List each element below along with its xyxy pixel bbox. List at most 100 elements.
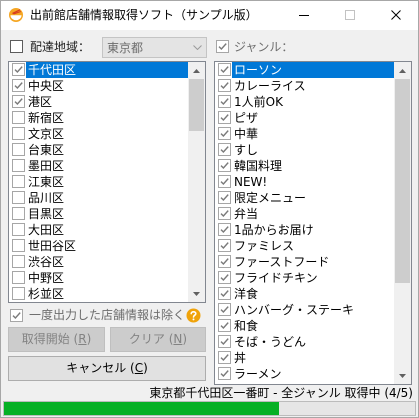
- list-item[interactable]: そば・うどん: [215, 334, 394, 350]
- area-list-scrollbar[interactable]: [188, 62, 205, 302]
- scroll-down-button[interactable]: [394, 367, 411, 384]
- list-item[interactable]: フライドチキン: [215, 270, 394, 286]
- list-item[interactable]: 新宿区: [9, 110, 188, 126]
- help-icon[interactable]: [186, 308, 201, 323]
- list-item[interactable]: カレーライス: [215, 78, 394, 94]
- list-item[interactable]: 1人前OK: [215, 94, 394, 110]
- maximize-button[interactable]: [327, 0, 373, 30]
- area-checklist[interactable]: 千代田区 中央区 港区 新宿区 文京区 台東区 墨田区 江東区 品川区 目黒区 大田区 世田谷区 渋谷区…: [8, 61, 206, 303]
- list-item-label: ハンバーグ・ステーキ: [234, 303, 355, 317]
- item-checkbox[interactable]: [12, 79, 25, 92]
- item-checkbox[interactable]: [12, 127, 25, 140]
- prefecture-select-value: 東京都: [107, 41, 144, 55]
- scroll-thumb[interactable]: [395, 79, 410, 283]
- list-item[interactable]: ファミレス: [215, 238, 394, 254]
- item-checkbox[interactable]: [218, 175, 231, 188]
- list-item[interactable]: 世田谷区: [9, 238, 188, 254]
- exclude-output-checkbox[interactable]: [10, 309, 23, 322]
- list-item[interactable]: ピザ: [215, 110, 394, 126]
- scroll-up-button[interactable]: [188, 62, 205, 79]
- list-item[interactable]: 台東区: [9, 142, 188, 158]
- exclude-output-label: 一度出力した店舗情報は除く: [29, 308, 186, 322]
- item-checkbox[interactable]: [12, 223, 25, 236]
- item-checkbox[interactable]: [218, 335, 231, 348]
- list-item[interactable]: 1品からお届け: [215, 222, 394, 238]
- list-item[interactable]: NEW!: [215, 174, 394, 190]
- item-checkbox[interactable]: [218, 239, 231, 252]
- item-checkbox[interactable]: [218, 159, 231, 172]
- item-checkbox[interactable]: [218, 367, 231, 380]
- scroll-down-button[interactable]: [188, 285, 205, 302]
- list-item[interactable]: 江東区: [9, 174, 188, 190]
- item-checkbox[interactable]: [12, 143, 25, 156]
- item-checkbox[interactable]: [218, 207, 231, 220]
- list-item[interactable]: 中野区: [9, 270, 188, 286]
- item-checkbox[interactable]: [12, 111, 25, 124]
- scroll-up-button[interactable]: [394, 62, 411, 79]
- list-item[interactable]: 和食: [215, 318, 394, 334]
- genre-list-scrollbar[interactable]: [394, 62, 411, 384]
- item-checkbox[interactable]: [12, 287, 25, 300]
- list-item[interactable]: 限定メニュー: [215, 190, 394, 206]
- item-checkbox[interactable]: [12, 63, 25, 76]
- prefecture-select[interactable]: 東京都: [102, 37, 207, 58]
- clear-button[interactable]: クリア (N): [110, 327, 206, 352]
- genre-checklist[interactable]: ローソン カレーライス 1人前OK ピザ 中華 すし 韓国料理 NEW! 限定メニュー 弁当 1品か…: [214, 61, 412, 385]
- title-bar[interactable]: 出前館店舗情報取得ソフト（サンプル版）: [0, 0, 419, 30]
- list-item[interactable]: 弁当: [215, 206, 394, 222]
- item-checkbox[interactable]: [218, 287, 231, 300]
- item-checkbox[interactable]: [218, 319, 231, 332]
- scroll-thumb[interactable]: [189, 79, 204, 131]
- item-checkbox[interactable]: [218, 271, 231, 284]
- item-checkbox[interactable]: [12, 271, 25, 284]
- list-item[interactable]: 大田区: [9, 222, 188, 238]
- list-item[interactable]: ハンバーグ・ステーキ: [215, 302, 394, 318]
- list-item[interactable]: 品川区: [9, 190, 188, 206]
- list-item[interactable]: 中華: [215, 126, 394, 142]
- start-button[interactable]: 取得開始 (R): [8, 327, 105, 352]
- item-checkbox[interactable]: [12, 159, 25, 172]
- list-item[interactable]: ファーストフード: [215, 254, 394, 270]
- item-checkbox[interactable]: [218, 223, 231, 236]
- item-checkbox[interactable]: [218, 143, 231, 156]
- list-item-label: 世田谷区: [28, 239, 77, 253]
- item-checkbox[interactable]: [12, 239, 25, 252]
- list-item-label: 港区: [28, 95, 53, 109]
- item-checkbox[interactable]: [218, 303, 231, 316]
- item-checkbox[interactable]: [12, 191, 25, 204]
- genre-filter-checkbox[interactable]: [216, 40, 229, 53]
- area-filter-checkbox[interactable]: [10, 40, 23, 53]
- list-item[interactable]: 中央区: [9, 78, 188, 94]
- list-item[interactable]: ラーメン: [215, 366, 394, 382]
- item-checkbox[interactable]: [218, 79, 231, 92]
- item-checkbox[interactable]: [218, 191, 231, 204]
- list-item[interactable]: 韓国料理: [215, 158, 394, 174]
- item-checkbox[interactable]: [218, 255, 231, 268]
- list-item[interactable]: すし: [215, 142, 394, 158]
- item-checkbox[interactable]: [12, 207, 25, 220]
- list-item-label: 品川区: [28, 191, 65, 205]
- item-checkbox[interactable]: [218, 127, 231, 140]
- list-item[interactable]: 千代田区: [9, 62, 188, 78]
- item-checkbox[interactable]: [218, 351, 231, 364]
- list-item[interactable]: 杉並区: [9, 286, 188, 302]
- list-item-label: 杉並区: [28, 287, 65, 301]
- list-item[interactable]: 港区: [9, 94, 188, 110]
- list-item[interactable]: 洋食: [215, 286, 394, 302]
- item-checkbox[interactable]: [218, 95, 231, 108]
- item-checkbox[interactable]: [12, 175, 25, 188]
- list-item[interactable]: 目黒区: [9, 206, 188, 222]
- item-checkbox[interactable]: [12, 95, 25, 108]
- minimize-button[interactable]: [281, 0, 327, 30]
- list-item[interactable]: 渋谷区: [9, 254, 188, 270]
- item-checkbox[interactable]: [12, 255, 25, 268]
- close-button[interactable]: [373, 0, 419, 30]
- list-item[interactable]: 丼: [215, 350, 394, 366]
- list-item[interactable]: 墨田区: [9, 158, 188, 174]
- progress-bar: [3, 401, 416, 416]
- item-checkbox[interactable]: [218, 63, 231, 76]
- cancel-button[interactable]: キャンセル (C): [8, 356, 206, 381]
- item-checkbox[interactable]: [218, 111, 231, 124]
- list-item[interactable]: ローソン: [215, 62, 394, 78]
- list-item[interactable]: 文京区: [9, 126, 188, 142]
